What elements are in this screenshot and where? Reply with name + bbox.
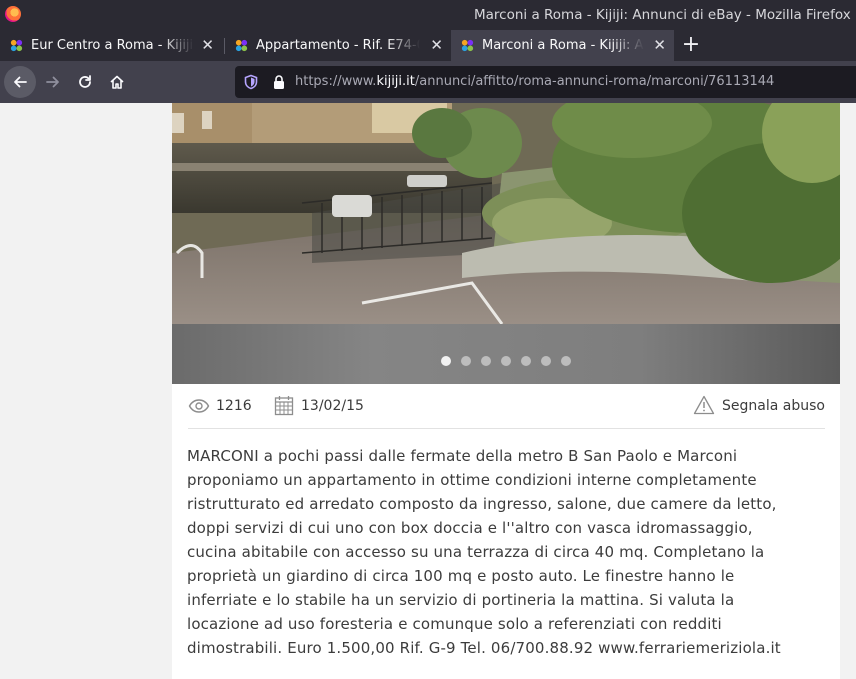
report-abuse-link[interactable]: Segnala abuso [722, 398, 825, 414]
carousel-dot[interactable] [501, 356, 511, 366]
kijiji-favicon-icon [10, 39, 23, 52]
view-count: 1216 [216, 398, 252, 414]
forward-button[interactable] [37, 66, 69, 98]
tab-strip: Eur Centro a Roma - Kijiji: Annunci di e… [0, 30, 856, 61]
firefox-logo-icon [5, 6, 21, 22]
carousel-dots [441, 356, 581, 366]
home-icon [110, 75, 124, 89]
listing-photo[interactable] [172, 103, 840, 324]
home-button[interactable] [101, 66, 133, 98]
tab-appartamento[interactable]: Appartamento - Rif. E74-04 ✕ [225, 30, 451, 61]
forward-arrow-icon [46, 76, 59, 88]
carousel-strip [172, 324, 840, 384]
window-title: Marconi a Roma - Kijiji: Annunci di eBay… [474, 7, 851, 23]
back-button[interactable] [4, 66, 36, 98]
close-icon[interactable]: ✕ [653, 30, 666, 61]
close-icon[interactable]: ✕ [430, 30, 443, 61]
url-bar[interactable]: https://www.kijiji.it/annunci/affitto/ro… [235, 66, 856, 98]
url-text[interactable]: https://www.kijiji.it/annunci/affitto/ro… [295, 74, 774, 89]
listing-content: 1216 13/02/15 Segnala abuso MARCONI a po… [172, 103, 840, 679]
carousel-dot[interactable] [441, 356, 451, 366]
plus-icon[interactable]: + [680, 30, 702, 61]
eye-icon [188, 399, 210, 413]
shield-icon[interactable] [243, 74, 259, 90]
carousel-dot[interactable] [541, 356, 551, 366]
lock-icon[interactable] [272, 74, 286, 90]
tab-label: Marconi a Roma - Kijiji: Annunci di eBay [482, 38, 644, 53]
kijiji-favicon-icon [235, 39, 248, 52]
tab-label: Appartamento - Rif. E74-04 [256, 38, 420, 53]
listing-date: 13/02/15 [301, 398, 364, 414]
tab-label: Eur Centro a Roma - Kijiji: Annunci di e… [31, 38, 194, 53]
carousel-dot[interactable] [461, 356, 471, 366]
nav-toolbar: https://www.kijiji.it/annunci/affitto/ro… [0, 61, 856, 103]
calendar-icon [274, 396, 294, 416]
listing-meta-row: 1216 13/02/15 Segnala abuso [188, 395, 825, 429]
title-bar: Marconi a Roma - Kijiji: Annunci di eBay… [0, 0, 856, 30]
reload-button[interactable] [69, 66, 101, 98]
kijiji-favicon-icon [461, 39, 474, 52]
close-icon[interactable]: ✕ [201, 30, 214, 61]
carousel-dot[interactable] [521, 356, 531, 366]
listing-description: MARCONI a pochi passi dalle fermate dell… [187, 447, 781, 657]
reload-icon [79, 75, 91, 88]
carousel-dot[interactable] [561, 356, 571, 366]
tab-eur-centro[interactable]: Eur Centro a Roma - Kijiji: Annunci di e… [0, 30, 222, 61]
back-arrow-icon [14, 76, 27, 88]
carousel-dot[interactable] [481, 356, 491, 366]
warning-icon[interactable] [693, 395, 715, 415]
tab-marconi[interactable]: Marconi a Roma - Kijiji: Annunci di eBay… [451, 30, 674, 61]
